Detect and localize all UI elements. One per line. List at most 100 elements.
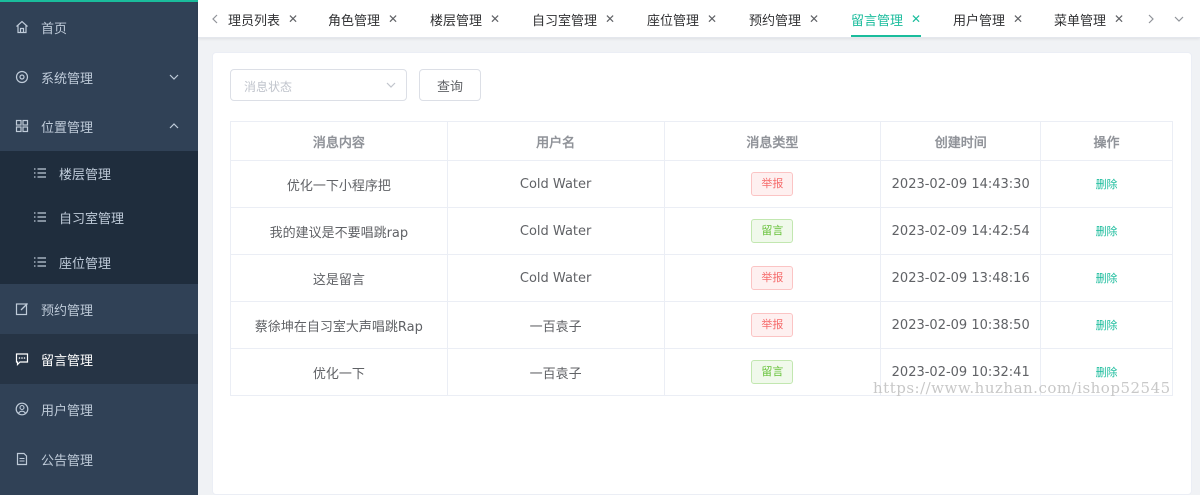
home-icon	[15, 20, 29, 34]
cell-actions: 删除	[1040, 160, 1173, 208]
sidebar-item-system[interactable]: 系统管理	[0, 52, 198, 102]
status-select-placeholder: 消息状态	[244, 80, 293, 94]
sidebar-subitem-studyroom[interactable]: 自习室管理	[0, 195, 198, 239]
cell-content: 这是留言	[230, 254, 448, 302]
list-icon	[33, 210, 47, 224]
tag-label: 理员列表	[228, 13, 281, 29]
watermark-text: https://www.huzhan.com/ishop52545	[873, 379, 1171, 397]
gear-icon	[15, 70, 29, 84]
sidebar-item-messages[interactable]: 留言管理	[0, 334, 198, 384]
sidebar-item-label: 首页	[41, 21, 68, 37]
tag-roles[interactable]: 角色管理 ✕	[328, 0, 398, 38]
scroll-right-icon[interactable]	[1144, 10, 1158, 28]
sidebar-subitem-label: 自习室管理	[59, 211, 125, 227]
header-actions: 操作	[1040, 121, 1173, 161]
sidebar-item-home[interactable]: 首页	[0, 2, 198, 52]
cell-actions: 删除	[1040, 301, 1173, 349]
type-badge: 举报	[751, 266, 794, 290]
delete-link[interactable]: 删除	[1096, 272, 1118, 285]
cell-username: Cold Water	[446, 254, 665, 302]
cell-content: 优化一下小程序把	[230, 160, 448, 208]
cell-created: 2023-02-09 13:48:16	[880, 254, 1042, 302]
tag-label: 留言管理	[851, 13, 904, 29]
tag-label: 座位管理	[647, 13, 700, 29]
header-created: 创建时间	[880, 121, 1042, 161]
sidebar-item-label: 留言管理	[41, 353, 94, 369]
table-row: 我的建议是不要唱跳rap Cold Water 留言 2023-02-09 14…	[230, 207, 1173, 255]
query-button[interactable]: 查询	[419, 69, 481, 101]
tag-label: 楼层管理	[430, 13, 483, 29]
close-icon[interactable]: ✕	[288, 12, 298, 26]
delete-link[interactable]: 删除	[1096, 319, 1118, 332]
close-icon[interactable]: ✕	[809, 12, 819, 26]
delete-link[interactable]: 删除	[1096, 178, 1118, 191]
cell-content: 我的建议是不要唱跳rap	[230, 207, 448, 255]
cell-actions: 删除	[1040, 207, 1173, 255]
close-icon[interactable]: ✕	[707, 12, 717, 26]
type-badge: 留言	[751, 360, 794, 384]
tag-studyrooms[interactable]: 自习室管理 ✕	[532, 0, 615, 38]
sidebar-item-reservation[interactable]: 预约管理	[0, 284, 198, 334]
sidebar-item-label: 公告管理	[41, 453, 94, 469]
type-badge: 留言	[751, 219, 794, 243]
sidebar: 首页 系统管理 位置管理 楼层管理 自习室管理 座位管理 预约管理 留言管理 用…	[0, 0, 198, 495]
tags-dropdown-icon[interactable]	[1172, 10, 1186, 28]
tag-label: 用户管理	[953, 13, 1006, 29]
chevron-down-icon	[385, 79, 397, 95]
table-header-row: 消息内容 用户名 消息类型 创建时间 操作	[230, 121, 1173, 161]
tag-label: 角色管理	[328, 13, 381, 29]
type-badge: 举报	[751, 172, 794, 196]
tag-messages[interactable]: 留言管理 ✕	[851, 0, 922, 38]
close-icon[interactable]: ✕	[388, 12, 398, 26]
tag-seats[interactable]: 座位管理 ✕	[647, 0, 717, 38]
sidebar-item-label: 位置管理	[41, 120, 94, 136]
delete-link[interactable]: 删除	[1096, 225, 1118, 238]
tag-users[interactable]: 用户管理 ✕	[953, 0, 1023, 38]
cell-type: 举报	[663, 301, 882, 349]
sidebar-subitem-floor[interactable]: 楼层管理	[0, 151, 198, 195]
sidebar-item-location[interactable]: 位置管理	[0, 101, 198, 151]
document-icon	[15, 452, 29, 466]
chevron-up-icon	[168, 120, 180, 136]
type-badge: 举报	[751, 313, 794, 337]
user-icon	[15, 402, 29, 416]
close-icon[interactable]: ✕	[490, 12, 500, 26]
cell-type: 留言	[663, 207, 882, 255]
tag-reservations[interactable]: 预约管理 ✕	[749, 0, 819, 38]
edit-icon	[15, 302, 29, 316]
chevron-down-icon	[168, 71, 180, 87]
delete-link[interactable]: 删除	[1096, 366, 1118, 379]
grid-icon	[15, 119, 29, 133]
tag-label: 预约管理	[749, 13, 802, 29]
status-select[interactable]: 消息状态	[230, 69, 407, 101]
scroll-left-icon[interactable]	[208, 10, 222, 28]
sidebar-item-label: 用户管理	[41, 403, 94, 419]
sidebar-item-label: 预约管理	[41, 303, 94, 319]
tags-bar: 理员列表 ✕ 角色管理 ✕ 楼层管理 ✕ 自习室管理 ✕ 座位管理 ✕ 预约管理…	[198, 0, 1200, 38]
tag-floors[interactable]: 楼层管理 ✕	[430, 0, 500, 38]
sidebar-subitem-seat[interactable]: 座位管理	[0, 240, 198, 284]
chat-icon	[15, 352, 29, 366]
sidebar-item-users[interactable]: 用户管理	[0, 384, 198, 434]
table-row: 蔡徐坤在自习室大声唱跳Rap 一百袁子 举报 2023-02-09 10:38:…	[230, 301, 1173, 349]
messages-table: 消息内容 用户名 消息类型 创建时间 操作 优化一下小程序把 Cold Wate…	[230, 121, 1173, 396]
tag-menus[interactable]: 菜单管理 ✕	[1054, 0, 1124, 38]
header-username: 用户名	[446, 121, 665, 161]
header-type: 消息类型	[663, 121, 882, 161]
cell-content: 蔡徐坤在自习室大声唱跳Rap	[230, 301, 448, 349]
close-icon[interactable]: ✕	[1013, 12, 1023, 26]
cell-username: Cold Water	[446, 207, 665, 255]
close-icon[interactable]: ✕	[1114, 12, 1124, 26]
tag-label: 自习室管理	[532, 13, 598, 29]
tag-admin-list[interactable]: 理员列表 ✕	[228, 0, 298, 38]
cell-username: Cold Water	[446, 160, 665, 208]
cell-created: 2023-02-09 14:43:30	[880, 160, 1042, 208]
cell-type: 留言	[663, 348, 882, 396]
list-icon	[33, 255, 47, 269]
close-icon[interactable]: ✕	[911, 12, 921, 26]
sidebar-subitem-label: 楼层管理	[59, 167, 112, 183]
cell-actions: 删除	[1040, 254, 1173, 302]
cell-type: 举报	[663, 160, 882, 208]
close-icon[interactable]: ✕	[605, 12, 615, 26]
sidebar-item-announcements[interactable]: 公告管理	[0, 434, 198, 484]
